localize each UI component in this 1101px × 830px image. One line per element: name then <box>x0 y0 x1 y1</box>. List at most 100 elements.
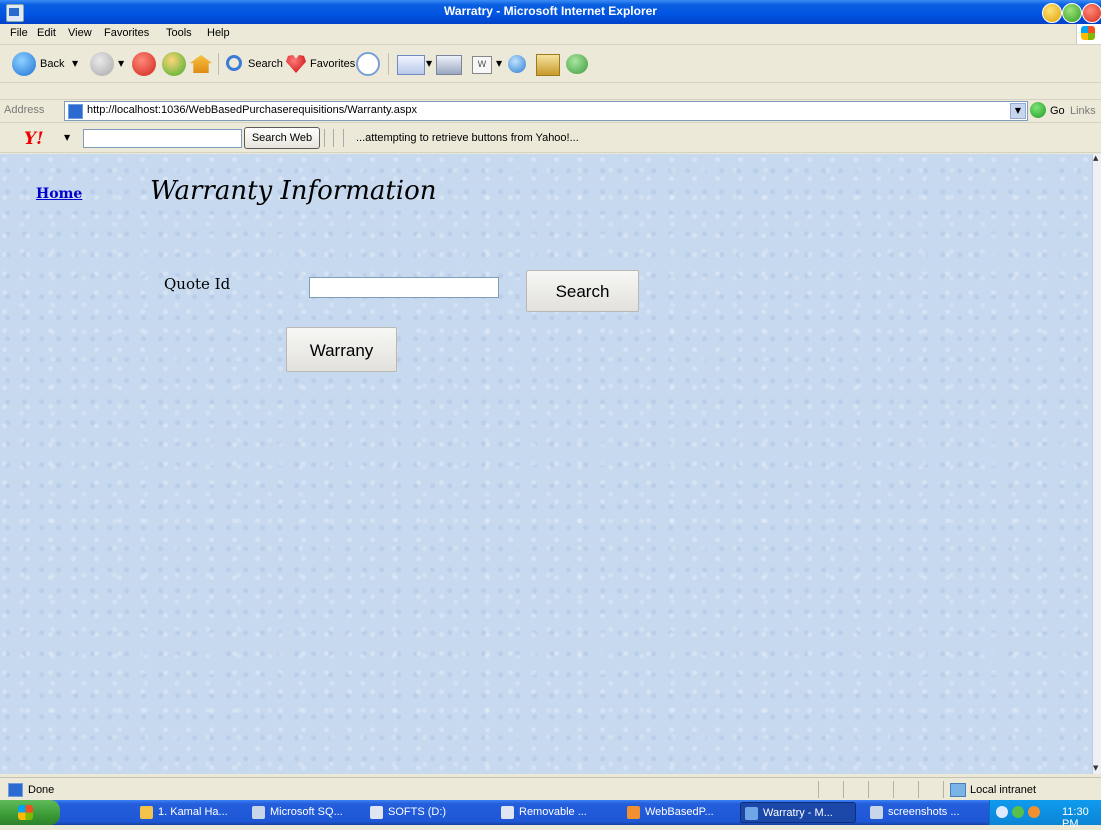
toolbar-separator <box>218 53 219 75</box>
menu-view[interactable]: View <box>68 27 92 39</box>
maximize-icon[interactable] <box>1062 3 1082 23</box>
local-intranet-icon <box>950 783 966 797</box>
page-content <box>0 154 1092 774</box>
home-icon[interactable] <box>190 55 212 73</box>
yahoo-search-input[interactable] <box>83 129 242 148</box>
status-text: Done <box>28 784 55 796</box>
toolbar-separator <box>388 53 389 75</box>
mail-icon[interactable] <box>397 55 425 75</box>
back-label[interactable]: Back <box>40 58 64 70</box>
taskbar-item-label: screenshots ... <box>888 806 960 818</box>
taskbar-item-label: WebBasedP... <box>645 806 714 818</box>
tray-app-icon[interactable] <box>1028 806 1040 818</box>
taskbar-item[interactable]: WebBasedP... <box>623 802 731 823</box>
status-separator <box>918 781 919 798</box>
windows-logo-icon <box>1076 24 1101 44</box>
start-button[interactable] <box>0 800 60 825</box>
address-input[interactable]: http://localhost:1036/WebBasedPurchasere… <box>64 101 1028 121</box>
favorites-heart-icon[interactable] <box>286 54 306 73</box>
search-button[interactable]: Search <box>526 270 639 312</box>
taskbar-item-label: Microsoft SQ... <box>270 806 343 818</box>
taskbar-item-label: Warratry - M... <box>763 807 833 819</box>
taskbar: 1. Kamal Ha... Microsoft SQ... SOFTS (D:… <box>0 800 1101 825</box>
taskbar-item-label: Removable ... <box>519 806 587 818</box>
forward-arrow-icon[interactable] <box>90 52 114 76</box>
yahoo-search-web-button[interactable]: Search Web <box>244 127 320 149</box>
back-dropdown-icon[interactable]: ▼ <box>72 59 78 68</box>
yahoo-logo[interactable]: Y! <box>24 129 44 149</box>
menu-help[interactable]: Help <box>207 27 230 39</box>
status-separator <box>893 781 894 798</box>
address-dropdown-icon[interactable]: ▼ <box>1010 103 1026 119</box>
search-icon[interactable] <box>226 55 242 71</box>
warranty-button[interactable]: Warrany <box>286 327 397 372</box>
scroll-down-icon[interactable]: ▼ <box>1093 764 1098 772</box>
toolbar-separator <box>343 129 344 147</box>
quote-id-input[interactable] <box>309 277 499 298</box>
status-bar: Done Local intranet <box>0 777 1101 800</box>
status-separator <box>943 781 944 798</box>
standard-toolbar: Back ▼ ▼ Search Favorites ▼ W ▼ <box>0 45 1101 83</box>
back-arrow-icon[interactable] <box>12 52 36 76</box>
print-icon[interactable] <box>436 55 462 75</box>
favorites-label[interactable]: Favorites <box>310 58 355 70</box>
page-title: Warranty Information <box>150 176 437 206</box>
taskbar-clock: 11:30 PM <box>1062 806 1089 830</box>
links-button[interactable]: Links <box>1070 105 1096 117</box>
minimize-icon[interactable] <box>1042 3 1062 23</box>
vertical-scrollbar[interactable] <box>1092 154 1101 774</box>
research-icon[interactable] <box>536 54 560 76</box>
taskbar-item-label: 1. Kamal Ha... <box>158 806 228 818</box>
home-link[interactable]: Home <box>36 186 82 202</box>
window-title: Warratry - Microsoft Internet Explorer <box>444 4 657 18</box>
history-icon[interactable] <box>356 52 380 76</box>
folder-icon <box>140 806 153 819</box>
messenger-icon[interactable] <box>566 54 588 74</box>
status-separator <box>818 781 819 798</box>
word-icon <box>870 806 883 819</box>
security-zone-text: Local intranet <box>970 784 1037 796</box>
close-icon[interactable] <box>1082 3 1101 23</box>
tray-messenger-icon[interactable] <box>1012 806 1024 818</box>
scroll-up-icon[interactable]: ▲ <box>1093 154 1098 162</box>
refresh-icon[interactable] <box>162 52 186 76</box>
edit-dropdown-icon[interactable]: ▼ <box>496 59 502 68</box>
address-bar: Address http://localhost:1036/WebBasedPu… <box>0 99 1101 123</box>
taskbar-item[interactable]: Microsoft SQ... <box>248 802 356 823</box>
taskbar-item[interactable]: Removable ... <box>497 802 607 823</box>
go-button[interactable]: Go <box>1050 105 1065 117</box>
toolbar-separator <box>333 129 334 147</box>
stop-icon[interactable] <box>132 52 156 76</box>
address-url[interactable]: http://localhost:1036/WebBasedPurchasere… <box>87 104 417 116</box>
removable-drive-icon <box>501 806 514 819</box>
status-separator <box>868 781 869 798</box>
status-separator <box>843 781 844 798</box>
menu-favorites[interactable]: Favorites <box>104 27 149 39</box>
taskbar-item[interactable]: 1. Kamal Ha... <box>136 802 236 823</box>
menu-tools[interactable]: Tools <box>166 27 192 39</box>
tray-network-icon[interactable] <box>996 806 1008 818</box>
page-icon <box>68 104 83 119</box>
ie-icon <box>745 807 758 820</box>
menu-file[interactable]: File <box>10 27 28 39</box>
drive-icon <box>370 806 383 819</box>
taskbar-item[interactable]: SOFTS (D:) <box>366 802 476 823</box>
forward-dropdown-icon[interactable]: ▼ <box>118 59 124 68</box>
title-bar[interactable]: Warratry - Microsoft Internet Explorer <box>0 0 1101 24</box>
edit-word-icon[interactable]: W <box>472 56 492 74</box>
sql-server-icon <box>252 806 265 819</box>
taskbar-item-active[interactable]: Warratry - M... <box>740 802 856 823</box>
address-label: Address <box>4 104 45 116</box>
toolbar-separator <box>324 129 325 147</box>
menu-bar: File Edit View Favorites Tools Help <box>0 24 1101 45</box>
page-done-icon <box>8 783 23 797</box>
discuss-icon[interactable] <box>508 55 526 73</box>
go-arrow-icon[interactable] <box>1030 102 1046 118</box>
menu-edit[interactable]: Edit <box>37 27 56 39</box>
quote-id-label: Quote Id <box>164 275 231 293</box>
visual-studio-icon <box>627 806 640 819</box>
taskbar-item[interactable]: screenshots ... <box>866 802 982 823</box>
mail-dropdown-icon[interactable]: ▼ <box>426 59 432 68</box>
yahoo-dropdown-icon[interactable]: ▼ <box>64 133 70 142</box>
search-label[interactable]: Search <box>248 58 283 70</box>
